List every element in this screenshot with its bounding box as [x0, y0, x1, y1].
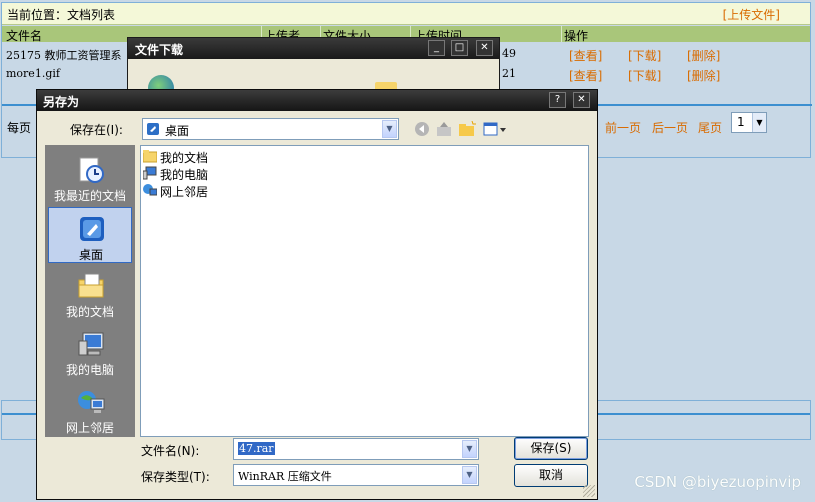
- chevron-down-icon: ▼: [462, 440, 477, 458]
- file-download-dialog: 文件下载 _ □ ✕: [127, 37, 500, 101]
- filename-field[interactable]: 47.rar ▼: [233, 438, 479, 460]
- close-icon[interactable]: ✕: [573, 92, 590, 108]
- place-my-documents[interactable]: 我的文档: [48, 265, 132, 321]
- delete-link[interactable]: [删除]: [687, 67, 720, 84]
- view-link[interactable]: [查看]: [569, 47, 602, 64]
- col-filename: 文件名: [6, 29, 43, 43]
- desktop-icon: [80, 217, 104, 241]
- my-documents-icon: [78, 273, 104, 298]
- upload-link[interactable]: [上传文件]: [723, 6, 780, 23]
- view-link[interactable]: [查看]: [569, 67, 602, 84]
- delete-link[interactable]: [删除]: [687, 47, 720, 64]
- place-my-computer[interactable]: 我的电脑: [48, 323, 132, 379]
- last-page-link[interactable]: 尾页: [698, 119, 722, 136]
- place-label: 网上邻居: [65, 421, 114, 435]
- cancel-button[interactable]: 取消: [514, 464, 588, 487]
- download-link[interactable]: [下载]: [628, 67, 661, 84]
- filename-value: 47.rar: [238, 442, 275, 455]
- row-time: 49: [502, 47, 516, 60]
- place-label: 我的文档: [65, 305, 114, 319]
- place-label: 我的电脑: [65, 363, 114, 377]
- place-desktop[interactable]: 桌面: [48, 207, 132, 263]
- row-filename: 25175 教师工资管理系: [6, 49, 122, 62]
- dialog-title: 文件下载: [135, 43, 184, 57]
- list-item-label: 我的文档: [160, 151, 209, 165]
- resize-grip[interactable]: [583, 485, 595, 497]
- col-actions: 操作: [564, 29, 589, 43]
- page-select-value: 1: [737, 115, 745, 129]
- filetype-select[interactable]: WinRAR 压缩文件 ▼: [233, 464, 479, 486]
- list-item-label: 我的电脑: [160, 168, 209, 182]
- maximize-icon[interactable]: □: [451, 40, 468, 56]
- location-label: 当前位置：文档列表: [7, 8, 116, 22]
- row-time: 21: [502, 67, 516, 80]
- row-filename: more1.gif: [6, 67, 60, 80]
- chevron-down-icon: ▼: [462, 466, 477, 484]
- page-select[interactable]: 1 ▼: [731, 112, 767, 133]
- chevron-down-icon: ▼: [752, 113, 766, 132]
- network-places-icon: [78, 391, 105, 413]
- place-network[interactable]: 网上邻居: [48, 381, 132, 437]
- location-bar: 当前位置：文档列表 [上传文件]: [2, 3, 810, 25]
- download-link[interactable]: [下载]: [628, 47, 661, 64]
- save-as-dialog: 另存为 ? ✕ 保存在(I): 桌面 ▼ 我最近的文档 桌面 我的文档 我的电脑: [36, 89, 598, 500]
- place-label: 我最近的文档: [53, 189, 126, 203]
- new-folder-icon[interactable]: [458, 121, 476, 137]
- minimize-icon[interactable]: _: [428, 40, 445, 56]
- desktop-icon: [147, 123, 159, 135]
- my-computer-icon: [78, 332, 104, 356]
- chevron-down-icon: ▼: [382, 120, 397, 138]
- folder-icon: [143, 150, 157, 163]
- save-in-value: 桌面: [165, 124, 190, 138]
- dialog-titlebar: 另存为 ? ✕: [37, 90, 597, 111]
- close-icon[interactable]: ✕: [476, 40, 493, 56]
- list-item-label: 网上邻居: [160, 185, 209, 199]
- recent-documents-icon: [79, 157, 104, 183]
- computer-icon: [143, 166, 157, 180]
- help-icon[interactable]: ?: [549, 92, 566, 108]
- filetype-value: WinRAR 压缩文件: [238, 470, 332, 483]
- save-in-label: 保存在(I):: [70, 123, 123, 137]
- dialog-title: 另存为: [43, 95, 80, 109]
- filetype-label: 保存类型(T):: [141, 470, 210, 484]
- dialog-titlebar: 文件下载 _ □ ✕: [128, 38, 499, 59]
- save-in-combo[interactable]: 桌面 ▼: [142, 118, 399, 140]
- save-button[interactable]: 保存(S): [514, 437, 588, 460]
- filename-label: 文件名(N):: [141, 444, 200, 458]
- place-label: 桌面: [78, 248, 103, 262]
- place-recent[interactable]: 我最近的文档: [48, 149, 132, 205]
- view-menu-icon[interactable]: [483, 121, 507, 137]
- file-list[interactable]: 我的文档 我的电脑 网上邻居: [140, 145, 589, 437]
- back-icon[interactable]: [413, 121, 431, 137]
- up-folder-icon[interactable]: [435, 121, 453, 137]
- network-icon: [143, 184, 157, 196]
- pager-label: 每页: [7, 121, 32, 135]
- prev-page-link[interactable]: 前一页: [605, 119, 641, 136]
- next-page-link[interactable]: 后一页: [652, 119, 688, 136]
- places-bar: 我最近的文档 桌面 我的文档 我的电脑 网上邻居: [45, 145, 135, 437]
- watermark: CSDN @biyezuopinvip: [634, 473, 801, 491]
